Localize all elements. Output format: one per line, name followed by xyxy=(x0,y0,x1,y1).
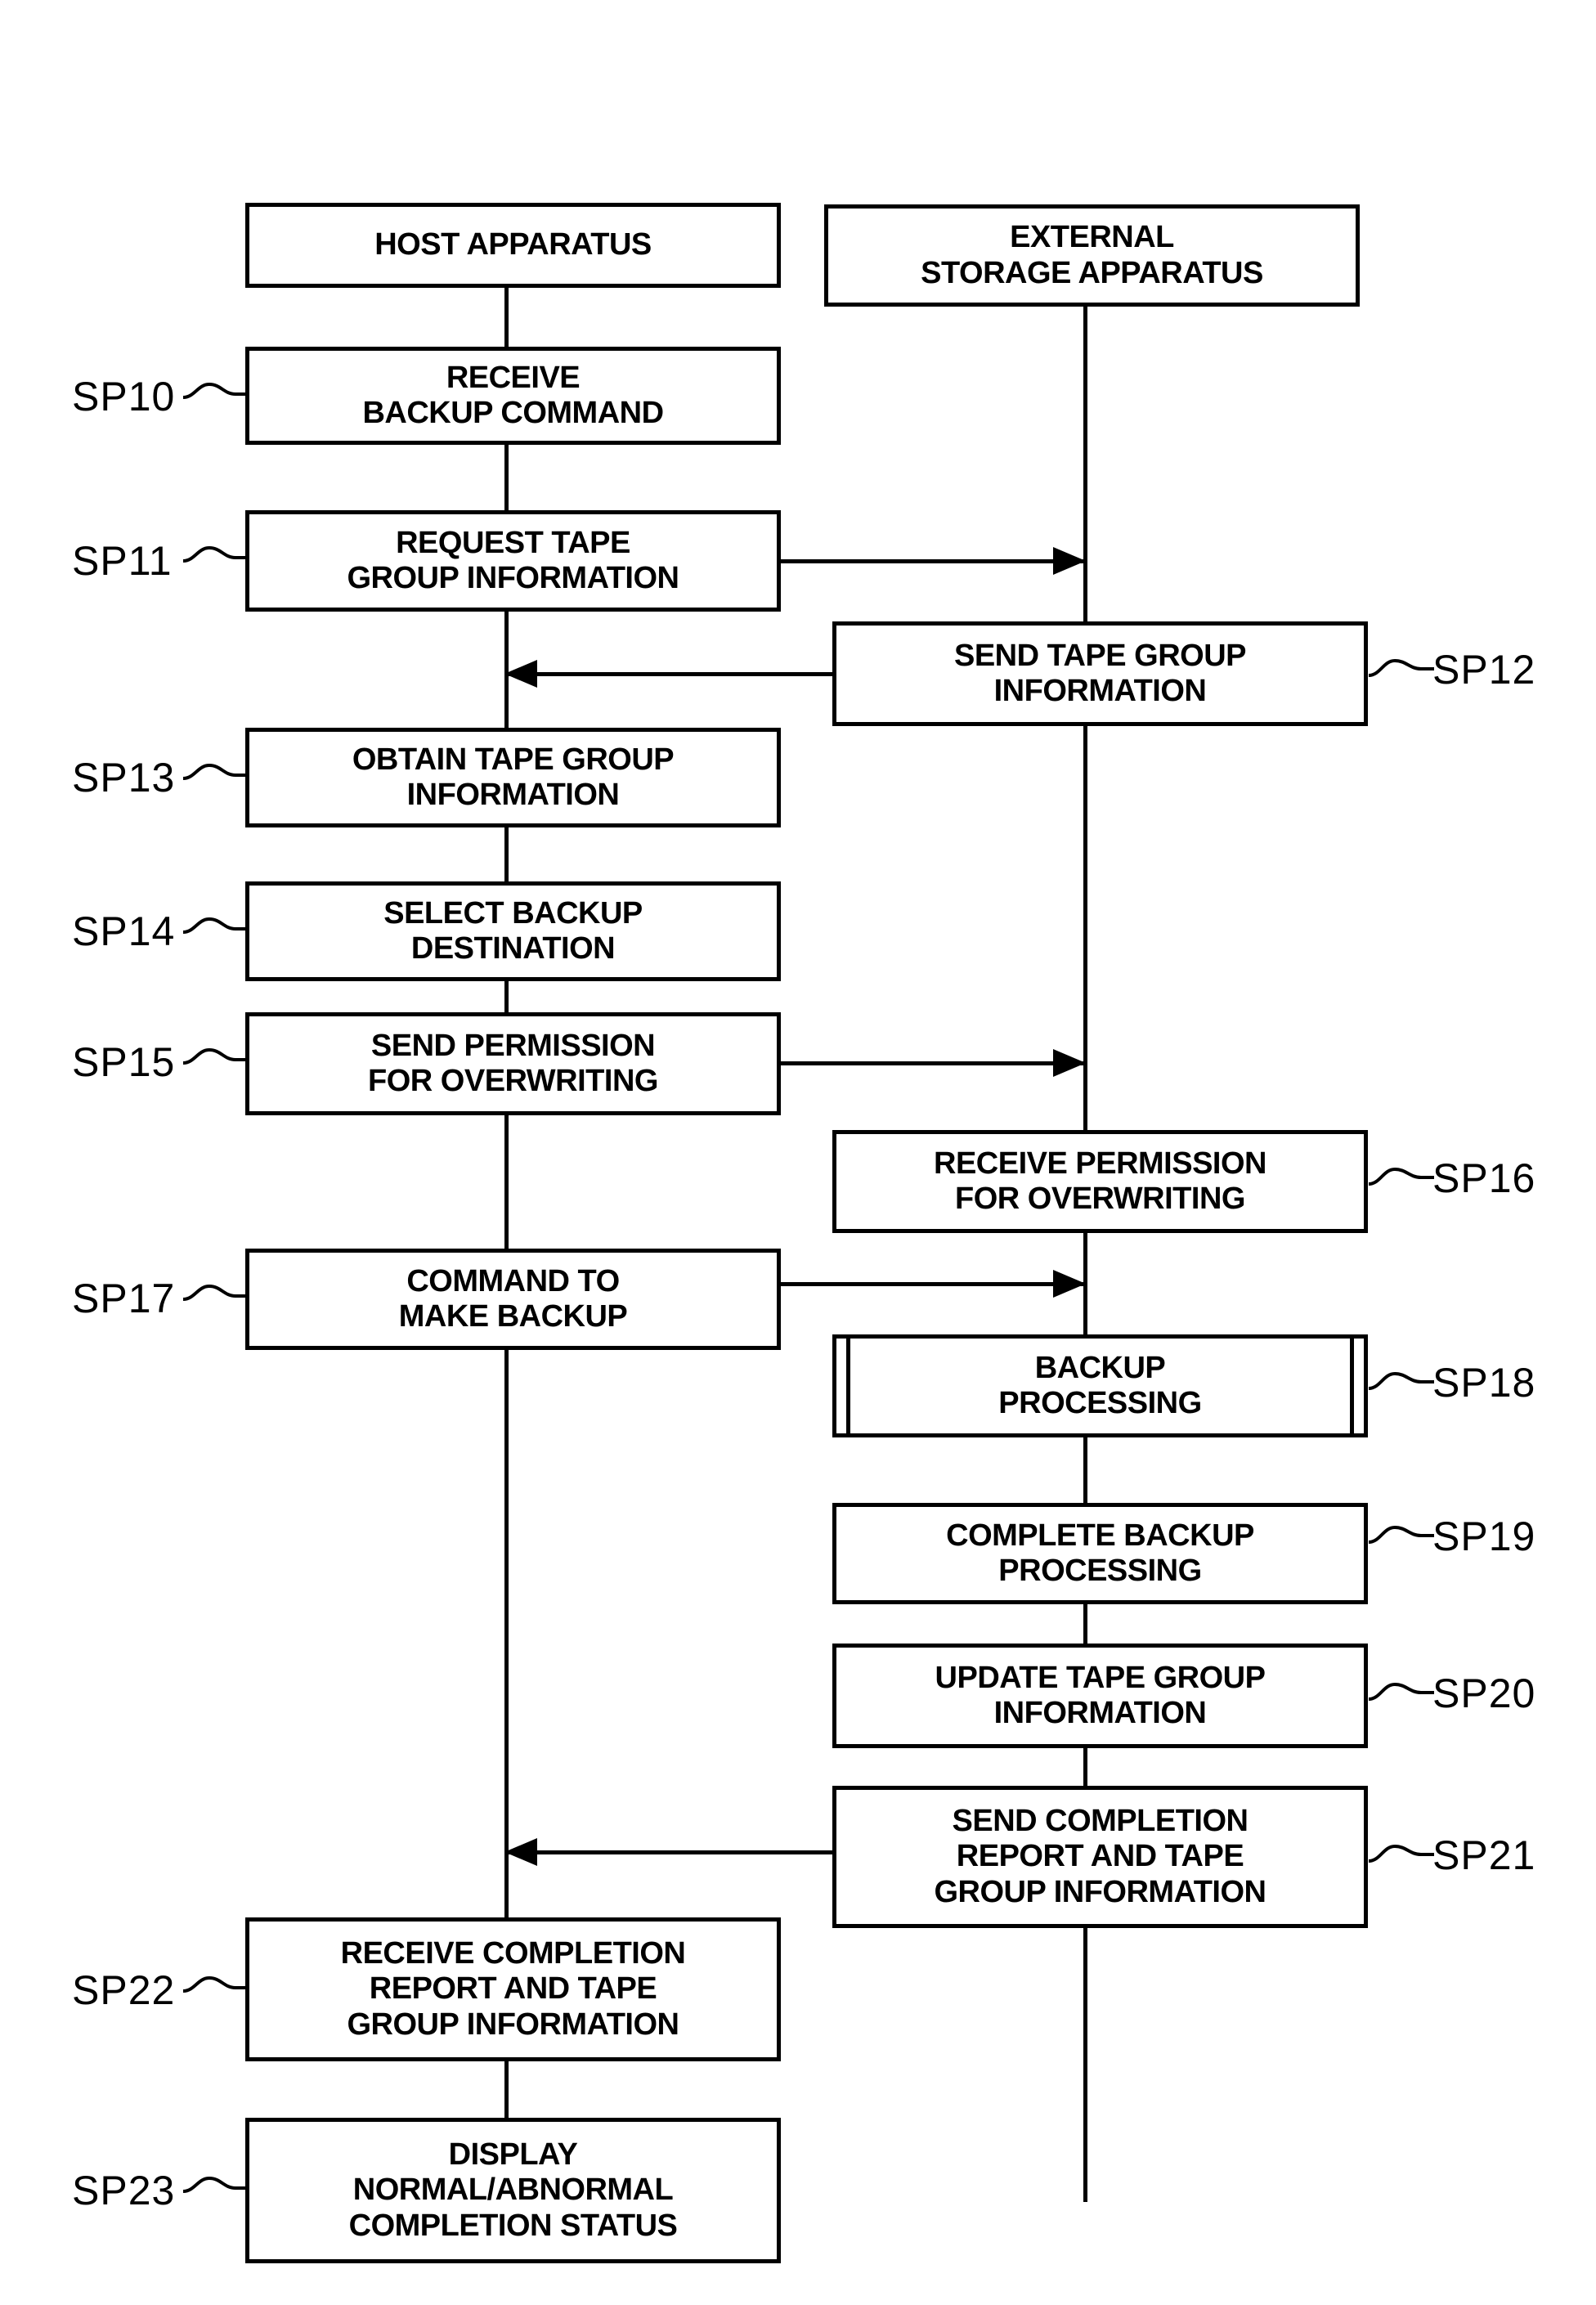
lane-header-host-label: HOST APPARATUS xyxy=(374,227,652,262)
step-box-sp10[interactable]: RECEIVE BACKUP COMMAND xyxy=(245,347,781,445)
step-box-sp21[interactable]: SEND COMPLETION REPORT AND TAPE GROUP IN… xyxy=(832,1786,1368,1928)
step-ref-sp23-text: SP23 xyxy=(72,2168,176,2213)
step-ref-sp18: SP18 xyxy=(1432,1359,1535,1406)
step-ref-sp16: SP16 xyxy=(1432,1155,1535,1202)
message-arrow-sp11-to-external xyxy=(781,559,1085,563)
lane-header-external: EXTERNAL STORAGE APPARATUS xyxy=(824,204,1360,307)
step-box-sp15[interactable]: SEND PERMISSION FOR OVERWRITING xyxy=(245,1012,781,1115)
arrowhead-sp21-to-host xyxy=(504,1838,537,1866)
step-ref-sp12-text: SP12 xyxy=(1432,647,1536,693)
leader-sp15 xyxy=(182,1047,249,1065)
step-box-sp14[interactable]: SELECT BACKUP DESTINATION xyxy=(245,881,781,981)
step-box-sp16[interactable]: RECEIVE PERMISSION FOR OVERWRITING xyxy=(832,1130,1368,1233)
leader-sp23 xyxy=(182,2176,249,2193)
step-ref-sp19-text: SP19 xyxy=(1432,1513,1536,1559)
step-ref-sp19: SP19 xyxy=(1432,1513,1535,1560)
message-arrow-sp17-to-external xyxy=(781,1282,1085,1286)
arrowhead-sp12-to-host xyxy=(504,660,537,688)
lane-header-host: HOST APPARATUS xyxy=(245,203,781,288)
step-ref-sp13-text: SP13 xyxy=(72,755,176,800)
step-ref-sp21-text: SP21 xyxy=(1432,1832,1536,1878)
leader-sp20 xyxy=(1368,1682,1434,1701)
step-box-sp18[interactable]: BACKUP PROCESSING xyxy=(832,1334,1368,1437)
step-ref-sp17: SP17 xyxy=(72,1275,175,1322)
figure-canvas: HOST APPARATUS EXTERNAL STORAGE APPARATU… xyxy=(0,0,1596,2305)
step-box-sp14-label: SELECT BACKUP DESTINATION xyxy=(383,895,643,966)
step-ref-sp23: SP23 xyxy=(72,2167,175,2214)
step-ref-sp11-text: SP11 xyxy=(72,538,173,584)
leader-sp19 xyxy=(1368,1525,1434,1544)
step-ref-sp12: SP12 xyxy=(1432,646,1535,693)
step-box-sp11-label: REQUEST TAPE GROUP INFORMATION xyxy=(347,525,679,595)
step-box-sp19[interactable]: COMPLETE BACKUP PROCESSING xyxy=(832,1503,1368,1604)
step-box-sp17-label: COMMAND TO MAKE BACKUP xyxy=(398,1263,628,1334)
step-box-sp22[interactable]: RECEIVE COMPLETION REPORT AND TAPE GROUP… xyxy=(245,1917,781,2061)
message-arrow-sp21-to-host xyxy=(504,1850,835,1854)
step-ref-sp15-text: SP15 xyxy=(72,1039,176,1085)
step-box-sp13-label: OBTAIN TAPE GROUP INFORMATION xyxy=(352,742,675,812)
step-box-sp12-label: SEND TAPE GROUP INFORMATION xyxy=(953,638,1247,708)
step-ref-sp21: SP21 xyxy=(1432,1832,1535,1879)
step-ref-sp17-text: SP17 xyxy=(72,1276,176,1321)
leader-sp18 xyxy=(1368,1371,1434,1390)
step-box-sp23-label: DISPLAY NORMAL/ABNORMAL COMPLETION STATU… xyxy=(348,2137,678,2243)
step-box-sp12[interactable]: SEND TAPE GROUP INFORMATION xyxy=(832,621,1368,726)
step-ref-sp20-text: SP20 xyxy=(1432,1670,1536,1716)
step-box-sp13[interactable]: OBTAIN TAPE GROUP INFORMATION xyxy=(245,728,781,827)
step-ref-sp14-text: SP14 xyxy=(72,908,176,954)
step-ref-sp15: SP15 xyxy=(72,1038,175,1086)
step-box-sp16-label: RECEIVE PERMISSION FOR OVERWRITING xyxy=(934,1146,1266,1216)
step-box-sp23[interactable]: DISPLAY NORMAL/ABNORMAL COMPLETION STATU… xyxy=(245,2118,781,2263)
message-arrow-sp15-to-external xyxy=(781,1061,1085,1065)
step-ref-sp10-text: SP10 xyxy=(72,374,176,419)
step-box-sp17[interactable]: COMMAND TO MAKE BACKUP xyxy=(245,1249,781,1350)
leader-sp16 xyxy=(1368,1167,1434,1186)
leader-sp14 xyxy=(182,917,249,934)
step-box-sp22-label: RECEIVE COMPLETION REPORT AND TAPE GROUP… xyxy=(340,1936,686,2042)
step-box-sp11[interactable]: REQUEST TAPE GROUP INFORMATION xyxy=(245,510,781,612)
step-ref-sp22: SP22 xyxy=(72,1966,175,2014)
step-box-sp15-label: SEND PERMISSION FOR OVERWRITING xyxy=(368,1028,658,1098)
leader-sp10 xyxy=(182,382,249,399)
lane-header-external-label: EXTERNAL STORAGE APPARATUS xyxy=(921,220,1263,290)
arrowhead-sp17-to-external xyxy=(1053,1270,1086,1298)
step-box-sp10-label: RECEIVE BACKUP COMMAND xyxy=(362,360,664,430)
step-ref-sp11: SP11 xyxy=(72,537,173,585)
step-box-sp20-label: UPDATE TAPE GROUP INFORMATION xyxy=(935,1660,1266,1730)
step-ref-sp16-text: SP16 xyxy=(1432,1155,1536,1201)
arrowhead-sp15-to-external xyxy=(1053,1049,1086,1077)
step-ref-sp20: SP20 xyxy=(1432,1670,1535,1717)
message-arrow-sp12-to-host xyxy=(504,672,835,676)
step-ref-sp13: SP13 xyxy=(72,754,175,801)
leader-sp22 xyxy=(182,1975,249,1993)
step-box-sp21-label: SEND COMPLETION REPORT AND TAPE GROUP IN… xyxy=(934,1804,1266,1909)
step-box-sp19-label: COMPLETE BACKUP PROCESSING xyxy=(946,1518,1254,1588)
leader-sp17 xyxy=(182,1284,249,1301)
leader-sp12 xyxy=(1368,658,1434,677)
leader-sp11 xyxy=(182,545,249,563)
leader-sp21 xyxy=(1368,1844,1434,1863)
arrowhead-sp11-to-external xyxy=(1053,547,1086,575)
step-ref-sp22-text: SP22 xyxy=(72,1967,176,2013)
step-box-sp20[interactable]: UPDATE TAPE GROUP INFORMATION xyxy=(832,1644,1368,1748)
step-ref-sp10: SP10 xyxy=(72,373,175,420)
step-ref-sp18-text: SP18 xyxy=(1432,1360,1536,1406)
step-box-sp18-label: BACKUP PROCESSING xyxy=(998,1350,1202,1420)
leader-sp13 xyxy=(182,763,249,780)
step-ref-sp14: SP14 xyxy=(72,908,175,955)
